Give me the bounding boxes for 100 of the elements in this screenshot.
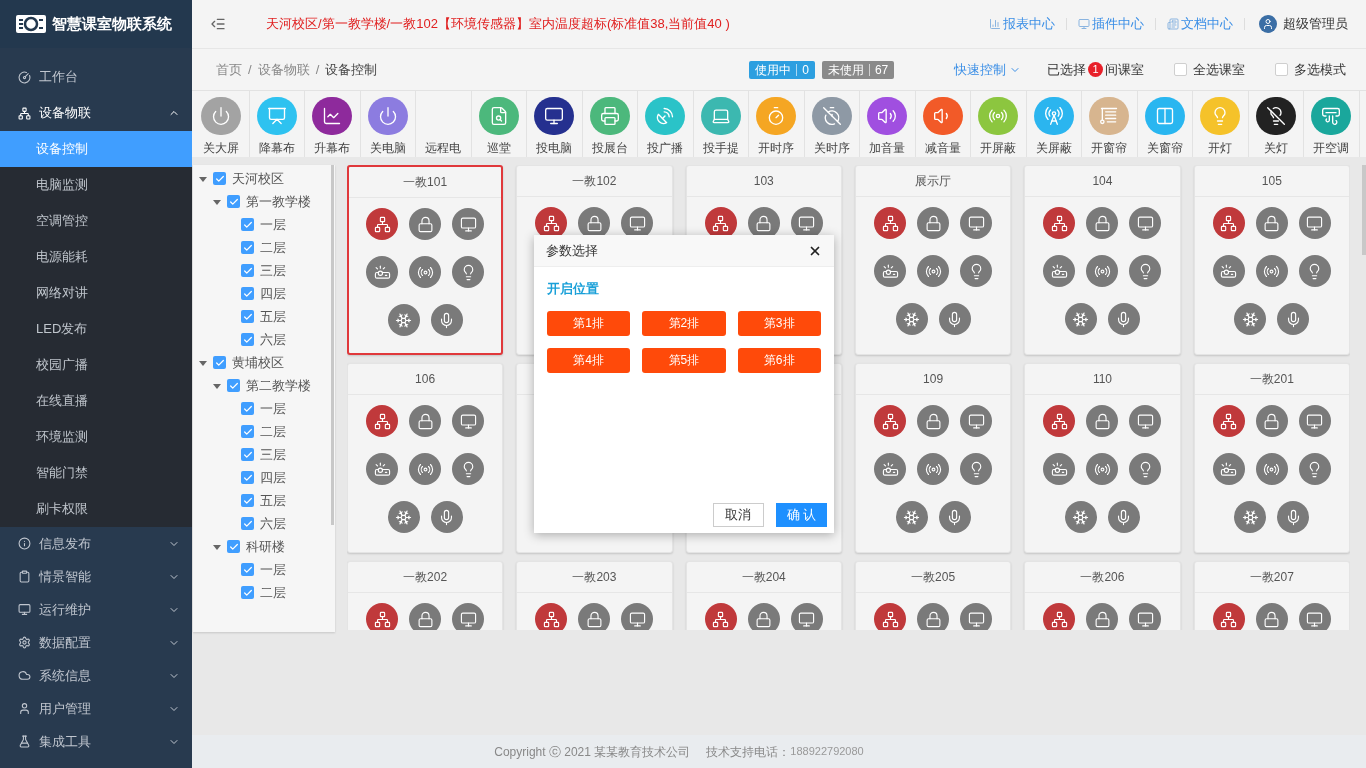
monitor-button[interactable] — [1129, 405, 1162, 437]
checkbox[interactable] — [227, 195, 240, 208]
snowflake-button[interactable] — [1234, 501, 1267, 533]
tree-label[interactable]: 五层 — [260, 490, 286, 511]
projector-button[interactable] — [1212, 453, 1245, 485]
caret-down-icon[interactable] — [199, 174, 207, 183]
lightbulb-button[interactable] — [1298, 453, 1331, 485]
snowflake-button[interactable] — [895, 303, 928, 335]
microphone-button[interactable] — [1277, 303, 1310, 335]
toolbar-button[interactable]: 投展台 — [582, 91, 638, 157]
checkbox[interactable] — [241, 471, 254, 484]
projector-button[interactable] — [1043, 453, 1076, 485]
classroom-card[interactable]: 一教202 — [346, 561, 504, 630]
checkbox[interactable] — [241, 241, 254, 254]
menu-item[interactable]: 数据配置 — [0, 626, 192, 659]
lock-button[interactable] — [917, 405, 950, 437]
network-button[interactable] — [1212, 207, 1245, 239]
menu-item[interactable]: 工作台 — [0, 59, 192, 95]
microphone-button[interactable] — [938, 501, 971, 533]
network-button[interactable] — [535, 603, 568, 630]
tree-label[interactable]: 黄埔校区 — [232, 352, 284, 373]
projector-button[interactable] — [1043, 255, 1076, 287]
monitor-button[interactable] — [790, 603, 823, 630]
tree-label[interactable]: 一层 — [260, 559, 286, 580]
submenu-item[interactable]: 空调管控 — [0, 203, 192, 239]
classroom-card[interactable]: 109 — [854, 363, 1012, 553]
tree-label[interactable]: 五层 — [260, 306, 286, 327]
lightbulb-button[interactable] — [452, 256, 485, 288]
microphone-button[interactable] — [1107, 303, 1140, 335]
submenu-item[interactable]: 刷卡权限 — [0, 491, 192, 527]
checkbox[interactable] — [241, 586, 254, 599]
checkbox[interactable] — [241, 310, 254, 323]
classroom-card[interactable]: 一教206 — [1024, 561, 1181, 630]
tree-label[interactable]: 第二教学楼 — [246, 375, 311, 396]
toolbar-button[interactable]: 投电脑 — [527, 91, 583, 157]
checkbox[interactable] — [241, 402, 254, 415]
checkbox-label[interactable]: 多选模式 — [1294, 59, 1346, 80]
toolbar-button[interactable]: 减音量 — [915, 91, 971, 157]
caret-down-icon[interactable] — [213, 542, 221, 551]
lightbulb-button[interactable] — [960, 453, 993, 485]
submenu-item[interactable]: 环境监测 — [0, 419, 192, 455]
toolbar-button[interactable]: 远程电 — [416, 91, 472, 157]
network-button[interactable] — [874, 603, 907, 630]
network-button[interactable] — [1043, 603, 1076, 630]
monitor-button[interactable] — [452, 208, 485, 240]
submenu-item[interactable]: 智能门禁 — [0, 455, 192, 491]
submenu-item[interactable]: 校园广播 — [0, 347, 192, 383]
toolbar-button[interactable]: 加音量 — [860, 91, 916, 157]
lock-button[interactable] — [409, 405, 442, 437]
tree-label[interactable]: 三层 — [260, 444, 286, 465]
lock-button[interactable] — [1255, 207, 1288, 239]
network-button[interactable] — [1212, 405, 1245, 437]
monitor-button[interactable] — [1298, 405, 1331, 437]
signal-button[interactable] — [1086, 255, 1119, 287]
classroom-card[interactable]: 104 — [1024, 165, 1181, 355]
lock-button[interactable] — [409, 603, 442, 630]
monitor-button[interactable] — [1129, 207, 1162, 239]
microphone-button[interactable] — [1277, 501, 1310, 533]
tree-label[interactable]: 一层 — [260, 398, 286, 419]
monitor-button[interactable] — [1298, 207, 1331, 239]
tree-label[interactable]: 天河校区 — [232, 168, 284, 189]
projector-button[interactable] — [874, 255, 907, 287]
checkbox[interactable] — [241, 287, 254, 300]
monitor-button[interactable] — [960, 405, 993, 437]
tree-label[interactable]: 科研楼 — [246, 536, 285, 557]
checkbox[interactable] — [213, 356, 226, 369]
checkbox[interactable] — [241, 517, 254, 530]
checkbox[interactable] — [241, 333, 254, 346]
lightbulb-button[interactable] — [960, 255, 993, 287]
submenu-item[interactable]: 电脑监测 — [0, 167, 192, 203]
microphone-button[interactable] — [938, 303, 971, 335]
network-button[interactable] — [1043, 207, 1076, 239]
checkbox[interactable] — [227, 540, 240, 553]
menu-item[interactable]: 系统信息 — [0, 659, 192, 692]
tree-label[interactable]: 六层 — [260, 329, 286, 350]
lock-button[interactable] — [1255, 405, 1288, 437]
toolbar-button[interactable]: 开空调 — [1304, 91, 1360, 157]
toolbar-button[interactable]: 开屏蔽 — [971, 91, 1027, 157]
toolbar-button[interactable]: 关电脑 — [360, 91, 416, 157]
lightbulb-button[interactable] — [452, 453, 485, 485]
toolbar-button[interactable]: 降幕布 — [249, 91, 305, 157]
tree-label[interactable]: 一层 — [260, 214, 286, 235]
projector-button[interactable] — [366, 256, 399, 288]
tree-label[interactable]: 四层 — [260, 283, 286, 304]
snowflake-button[interactable] — [1234, 303, 1267, 335]
toolbar-button[interactable]: 投手提 — [693, 91, 749, 157]
snowflake-button[interactable] — [895, 501, 928, 533]
menu-icon[interactable] — [210, 16, 226, 32]
classroom-card[interactable]: 一教204 — [685, 561, 842, 630]
toolbar-button[interactable]: 开灯 — [1193, 91, 1249, 157]
checkbox[interactable] — [241, 264, 254, 277]
microphone-button[interactable] — [430, 304, 463, 336]
classroom-card[interactable]: 106 — [346, 363, 504, 553]
signal-button[interactable] — [1255, 255, 1288, 287]
submenu-item[interactable]: 网络对讲 — [0, 275, 192, 311]
toolbar-button[interactable]: 关时序 — [804, 91, 860, 157]
toolbar-button[interactable]: 关灯 — [1248, 91, 1304, 157]
tree-label[interactable]: 六层 — [260, 513, 286, 534]
monitor-button[interactable] — [621, 603, 654, 630]
menu-item[interactable]: 信息发布 — [0, 527, 192, 560]
